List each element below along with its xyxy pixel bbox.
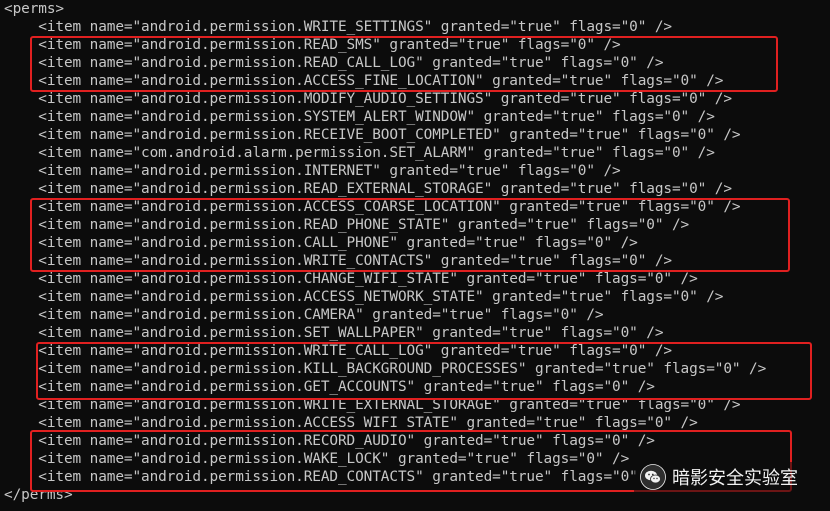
wechat-icon [640, 464, 666, 490]
terminal-line: </perms> [4, 487, 73, 503]
terminal-line: <item name="android.permission.READ_CALL… [4, 55, 664, 71]
terminal-line: <item name="android.permission.CHANGE_WI… [4, 271, 698, 287]
terminal-line: <item name="android.permission.CAMERA" g… [4, 307, 604, 323]
terminal-line: <item name="android.permission.MODIFY_AU… [4, 91, 732, 107]
watermark-text: 暗影安全实验室 [672, 468, 798, 489]
terminal-line: <perms> [4, 1, 64, 17]
terminal-line: <item name="android.permission.INTERNET"… [4, 163, 621, 179]
watermark: 暗影安全实验室 [634, 462, 804, 492]
terminal-line: <item name="android.permission.ACCESS_NE… [4, 289, 724, 305]
terminal-line: <item name="android.permission.WRITE_EXT… [4, 397, 741, 413]
terminal-line: <item name="android.permission.RECEIVE_B… [4, 127, 741, 143]
terminal-line: <item name="android.permission.READ_EXTE… [4, 181, 732, 197]
terminal-line: <item name="android.permission.WAKE_LOCK… [4, 451, 630, 467]
terminal-line: <item name="android.permission.SET_WALLP… [4, 325, 664, 341]
terminal-line: <item name="android.permission.SYSTEM_AL… [4, 109, 715, 125]
terminal-line: <item name="android.permission.KILL_BACK… [4, 361, 767, 377]
terminal-line: <item name="com.android.alarm.permission… [4, 145, 715, 161]
terminal-line: <item name="android.permission.RECORD_AU… [4, 433, 655, 449]
terminal-window: <perms> <item name="android.permission.W… [0, 0, 830, 511]
terminal-line: <item name="android.permission.WRITE_CAL… [4, 343, 672, 359]
terminal-line: <item name="android.permission.READ_SMS"… [4, 37, 621, 53]
terminal-line: <item name="android.permission.ACCESS_WI… [4, 415, 698, 431]
terminal-line: <item name="android.permission.READ_PHON… [4, 217, 690, 233]
terminal-line: <item name="android.permission.ACCESS_CO… [4, 199, 741, 215]
terminal-line: <item name="android.permission.ACCESS_FI… [4, 73, 724, 89]
terminal-line: <item name="android.permission.GET_ACCOU… [4, 379, 655, 395]
terminal-line: <item name="android.permission.READ_CONT… [4, 469, 664, 485]
terminal-line: <item name="android.permission.WRITE_SET… [4, 19, 672, 35]
terminal-line: <item name="android.permission.WRITE_CON… [4, 253, 672, 269]
terminal-line: <item name="android.permission.CALL_PHON… [4, 235, 638, 251]
